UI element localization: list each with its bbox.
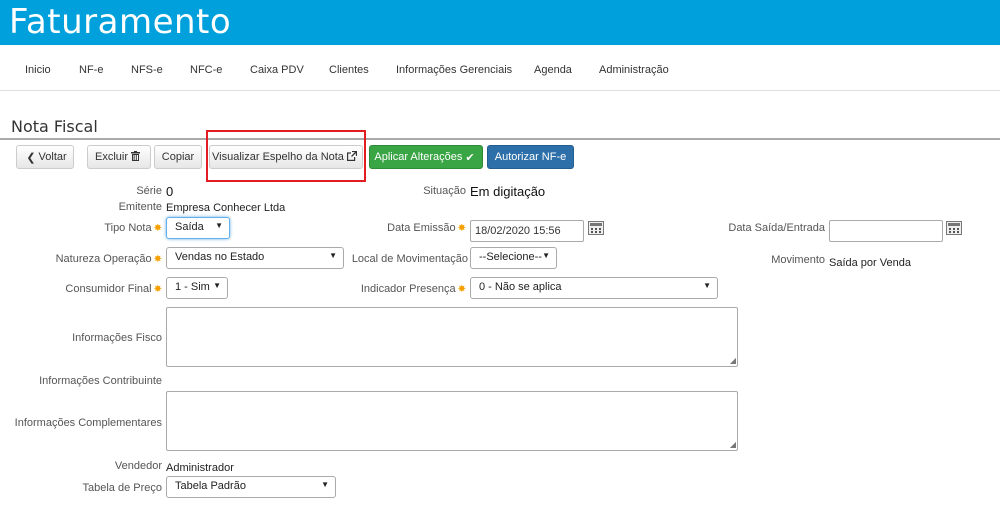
data-emissao-input[interactable]: 18/02/2020 15:56 — [470, 220, 584, 242]
info-complementares-textarea[interactable]: ◢ — [166, 391, 738, 451]
aplicar-label: Aplicar Alterações — [374, 151, 463, 163]
local-mov-label: Local de Movimentação — [351, 253, 468, 265]
data-emissao-value: 18/02/2020 15:56 — [475, 225, 561, 237]
caret-down-icon: ▼ — [321, 480, 329, 489]
vendedor-label: Vendedor — [114, 460, 162, 472]
tabela-preco-label: Tabela de Preço — [82, 482, 163, 494]
autorizar-nfe-button[interactable]: Autorizar NF-e — [487, 145, 574, 169]
required-icon: ✸ — [457, 284, 466, 295]
aplicar-alteracoes-button[interactable]: Aplicar Alterações ✔ — [369, 145, 483, 169]
serie-label: Série — [136, 185, 162, 197]
movimento-label: Movimento — [771, 254, 825, 266]
caret-down-icon: ▼ — [215, 221, 223, 230]
info-fisco-textarea[interactable]: ◢ — [166, 307, 738, 367]
required-icon: ✸ — [153, 223, 162, 234]
nav-nfse[interactable]: NFS-e — [131, 64, 163, 76]
data-emissao-label-text: Data Emissão — [387, 222, 456, 234]
situacao-label: Situação — [423, 185, 466, 197]
app-title: Faturamento — [9, 2, 232, 42]
situacao-value: Em digitação — [470, 184, 546, 199]
resize-grip-icon[interactable]: ◢ — [730, 440, 736, 449]
page-title: Nota Fiscal — [11, 117, 98, 136]
info-fisco-label: Informações Fisco — [72, 332, 162, 344]
indicador-select[interactable]: 0 - Não se aplica ▼ — [470, 277, 718, 299]
required-icon: ✸ — [153, 254, 162, 265]
tabela-preco-value: Tabela Padrão — [175, 480, 246, 492]
check-icon: ✔ — [465, 151, 475, 164]
emitente-value: Empresa Conhecer Ltda — [166, 202, 286, 214]
trash-icon — [131, 150, 140, 164]
info-complementares-label: Informações Complementares — [14, 417, 162, 429]
natureza-value: Vendas no Estado — [175, 251, 265, 263]
caret-down-icon: ▼ — [329, 251, 337, 260]
tabela-preco-select[interactable]: Tabela Padrão ▼ — [166, 476, 336, 498]
emitente-label: Emitente — [118, 201, 162, 213]
nav-agenda[interactable]: Agenda — [534, 64, 572, 76]
copiar-button[interactable]: Copiar — [154, 145, 202, 169]
app-header: Faturamento — [0, 0, 1000, 45]
consumidor-value: 1 - Sim — [175, 281, 210, 293]
caret-down-icon: ▼ — [213, 281, 221, 290]
required-icon: ✸ — [457, 223, 466, 234]
highlight-box — [206, 130, 366, 182]
consumidor-label: Consumidor Final ✸ — [65, 283, 162, 295]
calendar-icon[interactable] — [946, 221, 962, 235]
voltar-button[interactable]: ❮ Voltar — [16, 145, 74, 169]
consumidor-select[interactable]: 1 - Sim ▼ — [166, 277, 228, 299]
required-icon: ✸ — [153, 284, 162, 295]
main-nav: Inicio NF-e NFS-e NFC-e Caixa PDV Client… — [0, 45, 1000, 91]
data-saida-input[interactable] — [829, 220, 943, 242]
info-contribuinte-label: Informações Contribuinte — [39, 375, 162, 387]
caret-down-icon: ▼ — [542, 251, 550, 260]
caret-down-icon: ▼ — [703, 281, 711, 290]
indicador-label-text: Indicador Presença — [360, 283, 456, 295]
indicador-label: Indicador Presença ✸ — [361, 283, 466, 295]
natureza-select[interactable]: Vendas no Estado ▼ — [166, 247, 344, 269]
nav-caixa-pdv[interactable]: Caixa PDV — [250, 64, 304, 76]
natureza-label: Natureza Operação ✸ — [56, 253, 162, 265]
tipo-nota-value: Saída — [175, 221, 204, 233]
nav-administracao[interactable]: Administração — [599, 64, 669, 76]
excluir-label: Excluir — [94, 151, 128, 163]
movimento-value: Saída por Venda — [829, 257, 911, 269]
local-mov-value: --Selecione-- — [479, 251, 542, 263]
local-mov-select[interactable]: --Selecione-- ▼ — [470, 247, 557, 269]
resize-grip-icon[interactable]: ◢ — [730, 356, 736, 365]
vendedor-value: Administrador — [166, 462, 234, 474]
data-emissao-label: Data Emissão ✸ — [387, 222, 466, 234]
voltar-label: Voltar — [38, 151, 67, 163]
chevron-left-icon: ❮ — [26, 151, 36, 164]
nav-nfe[interactable]: NF-e — [79, 64, 103, 76]
nav-inicio[interactable]: Inicio — [25, 64, 51, 76]
indicador-value: 0 - Não se aplica — [479, 281, 562, 293]
nav-informacoes-gerenciais[interactable]: Informações Gerenciais — [396, 64, 512, 76]
excluir-button[interactable]: Excluir — [87, 145, 151, 169]
calendar-icon[interactable] — [588, 221, 604, 235]
data-saida-label: Data Saída/Entrada — [728, 222, 825, 234]
tipo-nota-label: Tipo Nota ✸ — [104, 222, 162, 234]
tipo-nota-label-text: Tipo Nota — [104, 222, 152, 234]
tipo-nota-select[interactable]: Saída ▼ — [166, 217, 230, 239]
nav-clientes[interactable]: Clientes — [329, 64, 369, 76]
natureza-label-text: Natureza Operação — [55, 253, 152, 265]
copiar-label: Copiar — [161, 151, 195, 163]
title-divider — [0, 138, 1000, 140]
autorizar-label: Autorizar NF-e — [494, 151, 567, 163]
serie-value: 0 — [166, 184, 174, 199]
nav-nfce[interactable]: NFC-e — [190, 64, 222, 76]
consumidor-label-text: Consumidor Final — [65, 283, 152, 295]
